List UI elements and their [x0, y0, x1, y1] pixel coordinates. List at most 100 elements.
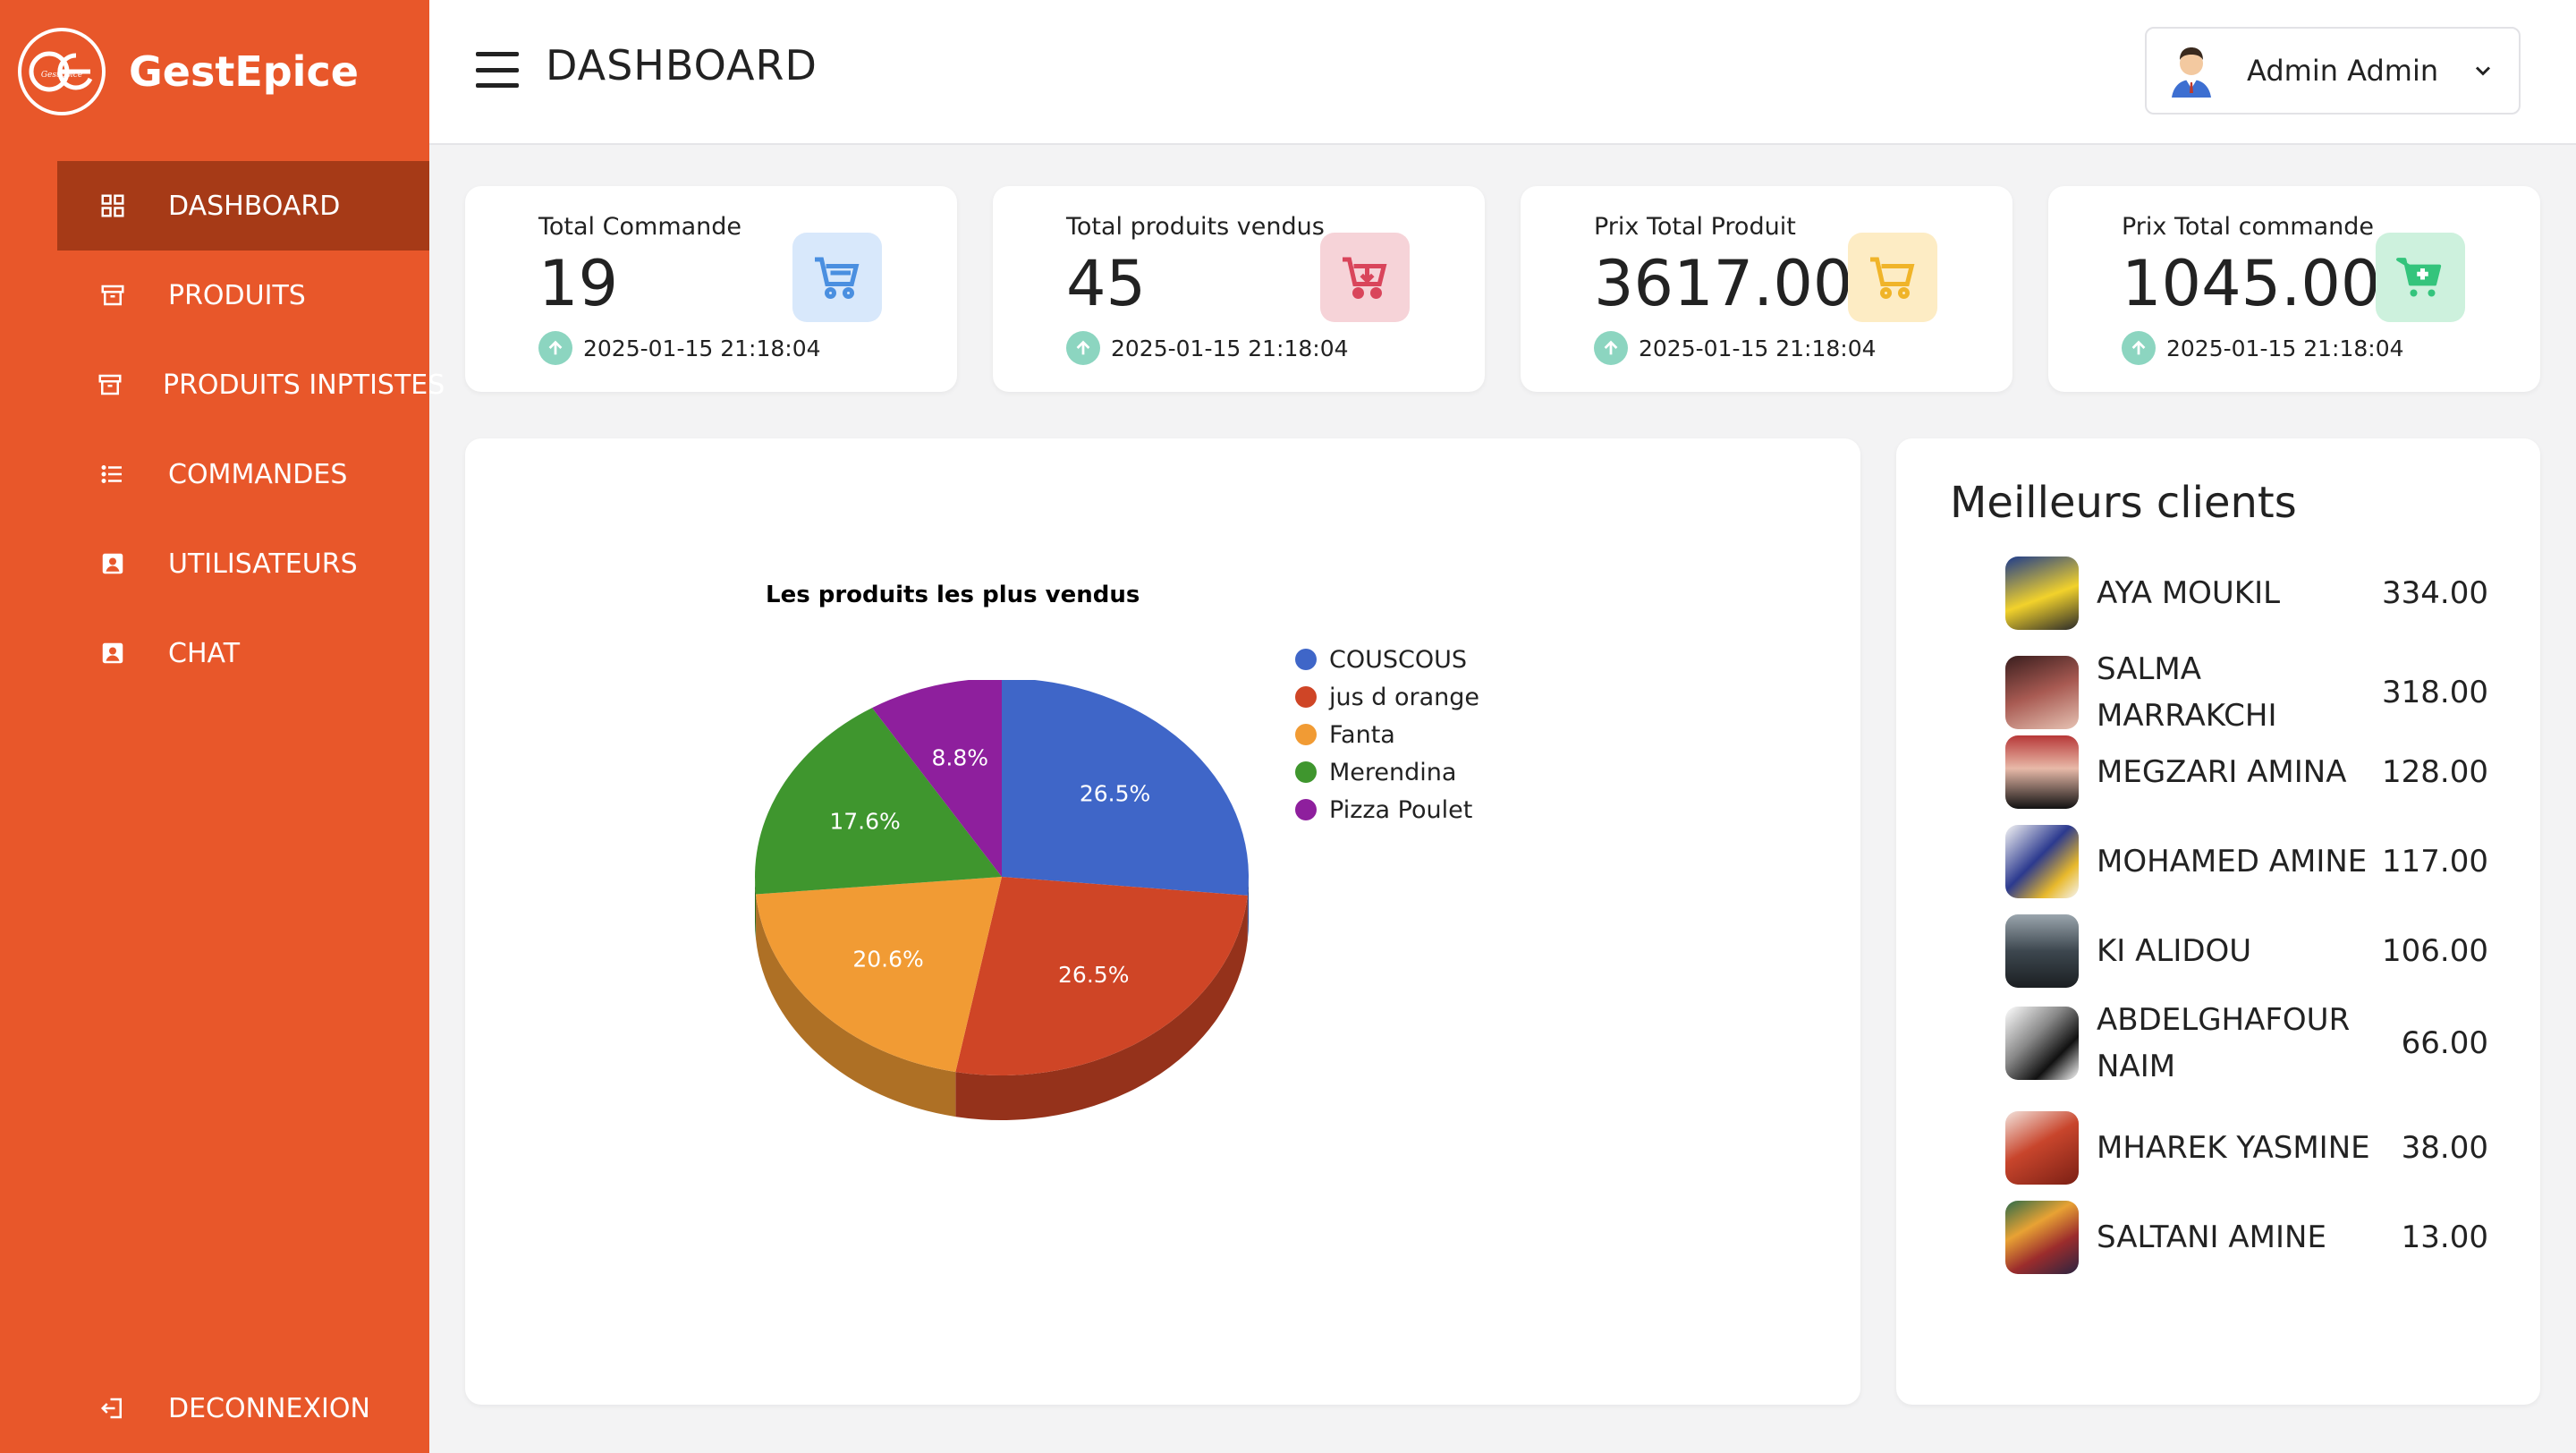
sidebar-item-utilisateurs[interactable]: UTILISATEURS: [57, 519, 429, 608]
card-label: Total Commande: [538, 213, 742, 241]
arrow-up-icon: [1066, 331, 1100, 365]
card-date: 2025-01-15 21:18:04: [2122, 331, 2404, 365]
chart-panel: Les produits les plus vendus COUSCOUS ju…: [465, 438, 1860, 1405]
sidebar-item-label: PRODUITS INPTISTES: [163, 369, 445, 401]
client-name: ABDELGHAFOUR NAIM: [2097, 1002, 2351, 1084]
cart-download-icon: [1320, 233, 1410, 322]
page-title: DASHBOARD: [546, 41, 818, 89]
client-avatar: [2005, 1111, 2079, 1185]
chevron-down-icon: [2476, 66, 2491, 76]
pie-chart: 26.5% 26.5% 20.6% 17.6% 8.8%: [755, 680, 1249, 1120]
client-row[interactable]: AYA MOUKIL 334.00: [2005, 557, 2488, 630]
chart-title: Les produits les plus vendus: [766, 582, 1140, 608]
archive-icon: [97, 279, 129, 311]
cart-plus-icon: [2376, 233, 2465, 322]
card-label: Prix Total Produit: [1594, 213, 1796, 241]
arrow-up-icon: [2122, 331, 2156, 365]
sidebar-item-label: CHAT: [168, 637, 241, 669]
sidebar-item-label: PRODUITS: [168, 279, 306, 311]
legend-label: Merendina: [1329, 758, 1457, 786]
client-row[interactable]: ABDELGHAFOUR NAIM 66.00: [2005, 997, 2488, 1090]
legend-label: Pizza Poulet: [1329, 795, 1473, 824]
client-avatar: [2005, 656, 2079, 729]
card-date: 2025-01-15 21:18:04: [1594, 331, 1877, 365]
client-avatar: [2005, 735, 2079, 809]
clients-panel: Meilleurs clients AYA MOUKIL 334.00 SALM…: [1896, 438, 2540, 1405]
legend-swatch: [1295, 686, 1317, 708]
client-name: AYA MOUKIL: [2097, 575, 2281, 611]
brand-name: GestEpice: [129, 47, 359, 96]
sidebar-item-chat[interactable]: CHAT: [57, 608, 429, 698]
user-avatar: [2159, 38, 2224, 103]
sidebar-item-commandes[interactable]: COMMANDES: [57, 429, 429, 519]
stat-card-prix-total-commande: Prix Total commande 1045.00 2025-01-15 2…: [2048, 186, 2540, 392]
pie-slice-label: 8.8%: [932, 745, 989, 771]
client-row[interactable]: SALMA MARRAKCHI 318.00: [2005, 646, 2488, 739]
clients-title: Meilleurs clients: [1950, 478, 2297, 528]
client-amount: 318.00: [2382, 675, 2488, 710]
grid-icon: [97, 190, 129, 222]
legend-item[interactable]: COUSCOUS: [1295, 641, 1479, 678]
arrow-up-icon: [1594, 331, 1628, 365]
client-row[interactable]: MOHAMED AMINE 117.00: [2005, 825, 2488, 898]
client-avatar: [2005, 825, 2079, 898]
pie-slice-label: 26.5%: [1058, 962, 1129, 988]
card-label: Total produits vendus: [1066, 213, 1325, 241]
client-amount: 13.00: [2401, 1219, 2488, 1255]
legend-label: jus d orange: [1329, 683, 1480, 711]
pie-slice-label: 26.5%: [1080, 780, 1150, 806]
legend-swatch: [1295, 761, 1317, 783]
client-row[interactable]: MHAREK YASMINE 38.00: [2005, 1111, 2488, 1185]
cart-icon: [1848, 233, 1937, 322]
svg-text:GestEpice: GestEpice: [41, 71, 82, 80]
legend-item[interactable]: jus d orange: [1295, 678, 1479, 716]
chart-legend: COUSCOUS jus d orange Fanta Merendina Pi…: [1295, 641, 1479, 828]
stat-card-prix-total-produit: Prix Total Produit 3617.00 2025-01-15 21…: [1521, 186, 2012, 392]
card-value: 19: [538, 247, 619, 320]
card-date: 2025-01-15 21:18:04: [538, 331, 821, 365]
user-card-icon: [97, 637, 129, 669]
sidebar-nav: DASHBOARD PRODUITS PRODUITS INPTISTES CO…: [57, 161, 445, 698]
client-name: SALTANI AMINE: [2097, 1219, 2326, 1255]
brand[interactable]: GestEpice GestEpice: [18, 27, 359, 116]
client-amount: 38.00: [2401, 1130, 2488, 1166]
user-name: Admin Admin: [2247, 54, 2439, 88]
client-amount: 106.00: [2382, 933, 2488, 969]
sidebar-item-label: UTILISATEURS: [168, 548, 358, 580]
list-icon: [97, 458, 129, 490]
client-name: SALMA MARRAKCHI: [2097, 651, 2277, 734]
legend-item[interactable]: Fanta: [1295, 716, 1479, 753]
client-row[interactable]: KI ALIDOU 106.00: [2005, 914, 2488, 988]
client-avatar: [2005, 914, 2079, 988]
top-header: DASHBOARD Admin Admin: [429, 0, 2576, 145]
sidebar-item-produits[interactable]: PRODUITS: [57, 251, 429, 340]
legend-label: Fanta: [1329, 720, 1395, 749]
client-amount: 66.00: [2401, 1025, 2488, 1061]
legend-label: COUSCOUS: [1329, 645, 1468, 674]
client-amount: 128.00: [2382, 754, 2488, 790]
user-card-icon: [97, 548, 129, 580]
card-value: 3617.00: [1594, 247, 1853, 320]
client-row[interactable]: MEGZARI AMINA 128.00: [2005, 735, 2488, 809]
client-amount: 117.00: [2382, 844, 2488, 879]
legend-item[interactable]: Pizza Poulet: [1295, 791, 1479, 828]
logout-icon: [97, 1392, 129, 1424]
pie-slice-label: 17.6%: [829, 808, 900, 834]
client-avatar: [2005, 1201, 2079, 1274]
client-row[interactable]: SALTANI AMINE 13.00: [2005, 1201, 2488, 1274]
sidebar-item-dashboard[interactable]: DASHBOARD: [57, 161, 429, 251]
cart-icon: [792, 233, 882, 322]
sidebar: GestEpice GestEpice DASHBOARD PRODUITS P…: [0, 0, 445, 1453]
client-avatar: [2005, 557, 2079, 630]
user-menu[interactable]: Admin Admin: [2145, 27, 2521, 115]
archive-icon: [97, 369, 123, 401]
sidebar-item-produits-inptistes[interactable]: PRODUITS INPTISTES: [57, 340, 445, 429]
sidebar-item-label: DASHBOARD: [168, 190, 341, 222]
legend-item[interactable]: Merendina: [1295, 753, 1479, 791]
logout-button[interactable]: DECONNEXION: [57, 1364, 429, 1453]
client-name: MEGZARI AMINA: [2097, 754, 2347, 790]
menu-toggle-icon[interactable]: [476, 52, 519, 88]
legend-swatch: [1295, 799, 1317, 820]
logout-label: DECONNEXION: [168, 1392, 370, 1424]
client-avatar: [2005, 1007, 2079, 1080]
